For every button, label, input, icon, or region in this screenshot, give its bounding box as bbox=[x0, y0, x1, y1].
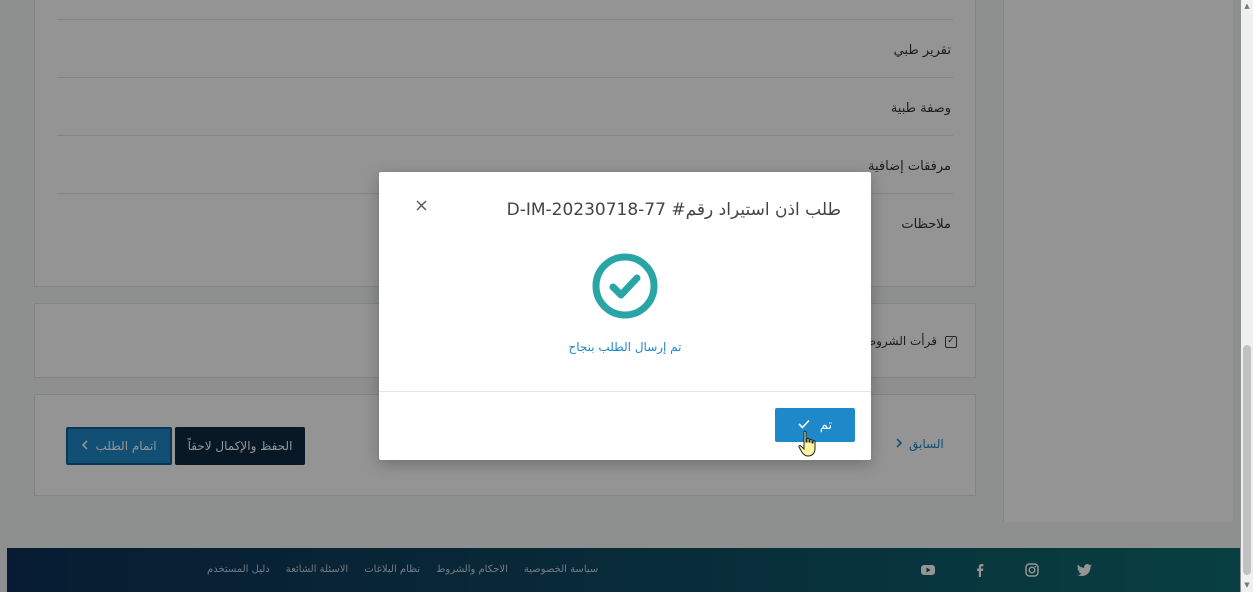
hand-pointer-cursor-icon bbox=[798, 430, 818, 458]
scroll-up-icon[interactable]: ▲ bbox=[1243, 2, 1251, 10]
dialog-divider bbox=[379, 391, 871, 392]
scrollbar-thumb[interactable] bbox=[1243, 345, 1251, 575]
scroll-down-icon[interactable]: ▼ bbox=[1243, 581, 1251, 589]
success-dialog: طلب اذن استيراد رقم# D-IM-20230718-77 تم… bbox=[379, 172, 871, 460]
dialog-title: طلب اذن استيراد رقم# D-IM-20230718-77 bbox=[506, 200, 841, 220]
done-button-label: تم bbox=[819, 417, 833, 433]
page-scrollbar[interactable]: ▲ ▼ bbox=[1241, 0, 1253, 592]
check-circle-icon bbox=[591, 252, 659, 320]
close-icon[interactable] bbox=[413, 197, 429, 213]
success-message: تم إرسال الطلب بنجاح bbox=[568, 340, 682, 354]
